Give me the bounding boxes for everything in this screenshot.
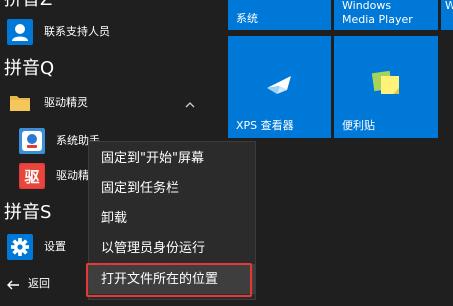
folder-icon [7, 90, 33, 116]
tile-label: Wi [445, 0, 453, 12]
menu-item-uninstall[interactable]: 卸载 [89, 203, 255, 233]
context-menu: 固定到"开始"屏幕 固定到任务栏 卸载 以管理员身份运行 打开文件所在的位置 [88, 141, 256, 300]
tile-label: 便利贴 [342, 119, 375, 132]
tile-system[interactable]: 系统 [228, 0, 331, 30]
xps-viewer-icon [265, 70, 295, 100]
tile-xps-viewer[interactable]: XPS 查看器 [228, 36, 331, 138]
person-support-icon [7, 19, 33, 45]
back-label: 返回 [28, 277, 50, 290]
tile-label: 系统 [236, 12, 258, 25]
group-header-s[interactable]: 拼音S [4, 202, 51, 224]
menu-item-label: 打开文件所在的位置 [101, 272, 219, 287]
system-assistant-icon [19, 128, 45, 154]
menu-item-pin-to-start[interactable]: 固定到"开始"屏幕 [89, 143, 255, 173]
tile-label-line2: Media Player [342, 13, 413, 26]
svg-text:驱: 驱 [24, 168, 39, 186]
app-label: 联系支持人员 [44, 25, 110, 38]
group-header-q[interactable]: 拼音Q [4, 58, 54, 80]
menu-item-open-file-location[interactable]: 打开文件所在的位置 [89, 264, 255, 294]
qudong-app-icon: 驱 [19, 163, 45, 189]
tile-windows-media-player[interactable]: Windows Media Player [334, 0, 438, 30]
group-header-z[interactable]: 拼音Z [4, 0, 52, 11]
menu-item-label: 卸载 [101, 211, 128, 226]
app-label: 驱动精 [56, 169, 89, 182]
app-label: 设置 [44, 240, 66, 253]
app-item-contact-support[interactable]: 联系支持人员 [0, 16, 220, 48]
menu-item-label: 固定到任务栏 [101, 181, 180, 196]
menu-item-label: 以管理员身份运行 [101, 241, 206, 256]
app-label: 驱动精灵 [44, 96, 88, 109]
tile-sticky-notes[interactable]: 便利贴 [334, 36, 438, 138]
menu-item-run-as-admin[interactable]: 以管理员身份运行 [89, 233, 255, 263]
tile-partial[interactable]: Wi [441, 0, 453, 30]
tile-label: XPS 查看器 [236, 119, 294, 132]
sticky-notes-icon [370, 66, 402, 98]
gear-icon [7, 234, 33, 260]
tile-label-line1: Windows [342, 0, 392, 12]
app-item-qudong-folder[interactable]: 驱动精灵 [0, 87, 220, 119]
live-tiles-area: 系统 Windows Media Player Wi XPS 查看器 便利贴 [228, 0, 453, 306]
arrow-left-icon [6, 277, 20, 291]
menu-item-pin-to-taskbar[interactable]: 固定到任务栏 [89, 173, 255, 203]
menu-item-label: 固定到"开始"屏幕 [101, 151, 204, 166]
chevron-up-icon[interactable] [184, 96, 196, 108]
